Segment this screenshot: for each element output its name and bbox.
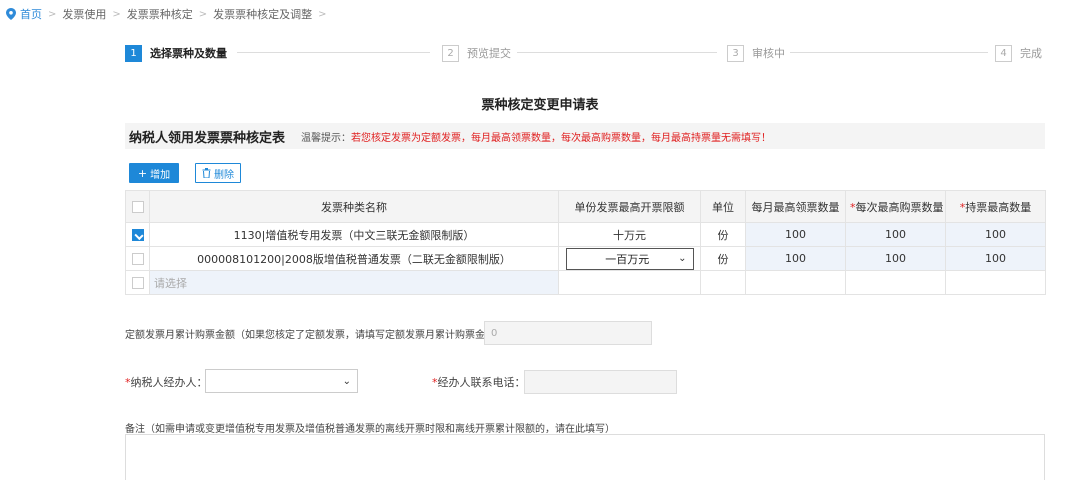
invoice-type-table: 发票种类名称 单份发票最高开票限额 单位 每月最高领票数量 *每次最高购票数量 … xyxy=(125,190,1046,295)
hold-max-input[interactable]: 100 xyxy=(945,222,1046,247)
column-header-per-time-max-label: 每次最高购票数量 xyxy=(855,200,944,214)
tip-label: 温馨提示： xyxy=(301,132,352,144)
agent-label-text: 纳税人经办人： xyxy=(130,376,208,389)
invoice-limit-select[interactable]: 一百万元 ⌄ xyxy=(565,247,694,270)
breadcrumb: 首页 > 发票使用 > 发票票种核定 > 发票票种核定及调整 > xyxy=(6,6,333,22)
step-label: 完成 xyxy=(1020,47,1042,60)
chevron-down-icon: ⌄ xyxy=(678,253,687,264)
step-number: 4 xyxy=(995,44,1012,62)
add-button[interactable]: + 增加 xyxy=(129,163,179,183)
step-select-ticket-type: 1 选择票种及数量 xyxy=(125,43,227,63)
invoice-limit-value: 一百万元 xyxy=(605,252,650,266)
section-header: 纳税人领用发票票种核定表 温馨提示： 若您核定发票为定额发票，每月最高领票数量，… xyxy=(125,123,1045,149)
tip-text: 若您核定发票为定额发票，每月最高领票数量，每次最高购票数量，每月最高持票量无需填… xyxy=(351,132,772,144)
row-checkbox[interactable] xyxy=(131,277,144,289)
empty-cell xyxy=(945,270,1046,295)
invoice-type-name: 000008101200|2008版增值税普通发票（二联无金额限制版） xyxy=(149,246,559,271)
per-time-max-input[interactable]: 100 xyxy=(845,246,946,271)
step-number: 2 xyxy=(442,44,459,62)
column-header-hold-max: *持票最高数量 xyxy=(945,190,1046,223)
step-number: 3 xyxy=(727,44,744,62)
breadcrumb-separator: > xyxy=(198,8,208,20)
location-pin-icon xyxy=(6,8,16,20)
column-header-monthly-max: 每月最高领票数量 xyxy=(745,190,846,223)
step-label: 选择票种及数量 xyxy=(150,47,227,60)
select-all-checkbox[interactable] xyxy=(131,201,144,213)
row-checkbox-cell[interactable] xyxy=(125,246,150,271)
step-under-review: 3 审核中 xyxy=(727,43,785,63)
row-checkbox-cell[interactable] xyxy=(125,222,150,247)
step-complete: 4 完成 xyxy=(995,43,1042,63)
table-row: 000008101200|2008版增值税普通发票（二联无金额限制版） 一百万元… xyxy=(125,246,1046,271)
step-connector xyxy=(517,52,717,53)
step-preview-submit: 2 预览提交 xyxy=(442,43,511,63)
trash-icon xyxy=(202,168,211,178)
column-header-limit: 单份发票最高开票限额 xyxy=(558,190,701,223)
column-header-name: 发票种类名称 xyxy=(149,190,559,223)
invoice-limit-cell: 一百万元 ⌄ xyxy=(558,246,701,271)
agent-select[interactable]: ⌄ xyxy=(205,369,358,393)
breadcrumb-separator: > xyxy=(48,8,57,20)
remark-label: 备注（如需申请或变更增值税专用发票及增值税普通发票的离线开票时限和离线开票累计限… xyxy=(125,424,615,435)
empty-cell xyxy=(700,270,746,295)
breadcrumb-invoice-usage-link[interactable]: 发票使用 xyxy=(62,6,106,22)
select-all-cell[interactable] xyxy=(125,190,150,223)
step-connector xyxy=(237,52,430,53)
plus-icon: + xyxy=(137,166,148,180)
breadcrumb-separator: > xyxy=(318,8,327,20)
phone-label-text: 经办人联系电话： xyxy=(437,376,526,389)
remark-textarea[interactable] xyxy=(125,434,1045,480)
breadcrumb-separator: > xyxy=(112,8,121,20)
step-label: 审核中 xyxy=(752,47,785,60)
empty-cell xyxy=(845,270,946,295)
phone-label: *经办人联系电话： xyxy=(432,374,526,390)
step-label: 预览提交 xyxy=(467,47,511,60)
monthly-max-input[interactable]: 100 xyxy=(745,222,846,247)
invoice-type-select[interactable]: 请选择 xyxy=(149,270,559,295)
table-row-new: 请选择 xyxy=(125,270,1046,295)
invoice-unit: 份 xyxy=(700,222,746,247)
invoice-type-name: 1130|增值税专用发票（中文三联无金额限制版） xyxy=(149,222,559,247)
row-checkbox-cell[interactable] xyxy=(125,270,150,295)
step-connector xyxy=(790,52,988,53)
per-time-max-input[interactable]: 100 xyxy=(845,222,946,247)
invoice-unit: 份 xyxy=(700,246,746,271)
quota-amount-label: 定额发票月累计购票金额（如果您核定了定额发票，请填写定额发票月累计购票金额）： xyxy=(125,330,510,341)
progress-steps: 1 选择票种及数量 2 预览提交 3 审核中 4 完成 xyxy=(125,43,1045,63)
breadcrumb-current-page: 发票票种核定及调整 xyxy=(213,8,313,21)
empty-cell xyxy=(558,270,701,295)
delete-button[interactable]: 删除 xyxy=(195,163,241,183)
empty-cell xyxy=(745,270,846,295)
section-title: 纳税人领用发票票种核定表 xyxy=(129,130,286,146)
column-header-per-time-max: *每次最高购票数量 xyxy=(845,190,946,223)
delete-button-label: 删除 xyxy=(214,169,234,181)
breadcrumb-invoice-type-approval-link[interactable]: 发票票种核定 xyxy=(127,6,193,22)
phone-input[interactable] xyxy=(524,370,677,394)
hold-max-input[interactable]: 100 xyxy=(945,246,1046,271)
form-title: 票种核定变更申请表 xyxy=(481,98,599,113)
breadcrumb-home-link[interactable]: 首页 xyxy=(20,6,42,22)
row-checkbox[interactable] xyxy=(131,229,144,241)
add-button-label: 增加 xyxy=(150,169,171,181)
row-checkbox[interactable] xyxy=(131,253,144,265)
table-header-row: 发票种类名称 单份发票最高开票限额 单位 每月最高领票数量 *每次最高购票数量 … xyxy=(125,190,1046,223)
agent-label: *纳税人经办人： xyxy=(125,374,208,390)
invoice-limit: 十万元 xyxy=(558,222,701,247)
quota-amount-input[interactable]: 0 xyxy=(484,321,652,345)
column-header-unit: 单位 xyxy=(700,190,746,223)
column-header-hold-max-label: 持票最高数量 xyxy=(965,200,1032,214)
table-row: 1130|增值税专用发票（中文三联无金额限制版） 十万元 份 100 100 1… xyxy=(125,222,1046,247)
monthly-max-input[interactable]: 100 xyxy=(745,246,846,271)
chevron-down-icon: ⌄ xyxy=(342,375,351,387)
step-number: 1 xyxy=(125,44,142,62)
